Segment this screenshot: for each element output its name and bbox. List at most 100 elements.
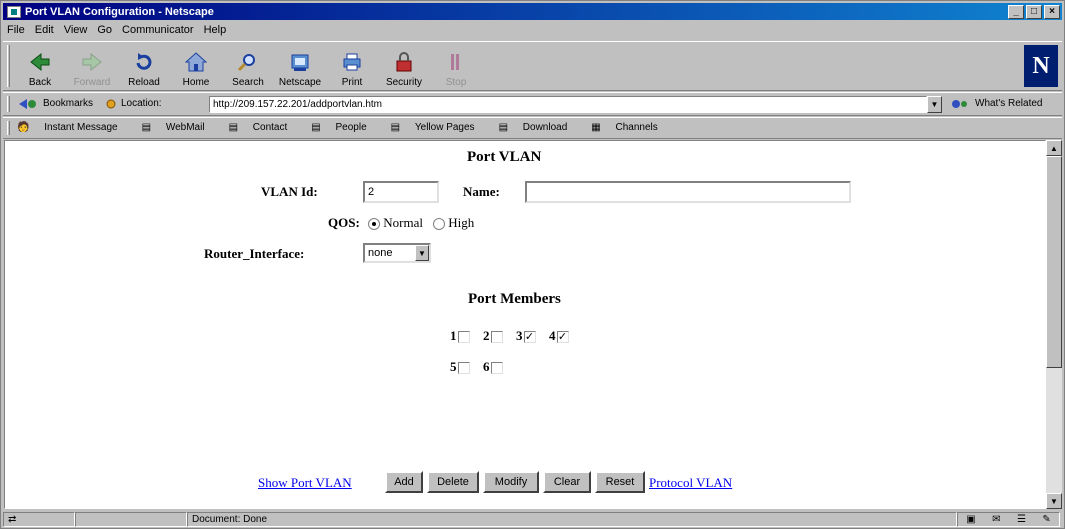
reload-button[interactable]: Reload xyxy=(121,44,167,88)
qos-high-radio[interactable] xyxy=(433,218,445,231)
reload-icon xyxy=(133,51,155,73)
add-button[interactable]: Add xyxy=(385,471,423,493)
netscape-logo[interactable]: N xyxy=(1024,45,1058,87)
instant-message-icon: 🧑 xyxy=(17,122,33,133)
webmail-label: WebMail xyxy=(165,122,205,133)
menu-view[interactable]: View xyxy=(60,24,94,36)
name-input[interactable] xyxy=(525,181,851,203)
whats-related-icon xyxy=(951,98,973,113)
bookmarks-icon xyxy=(17,98,39,113)
home-icon xyxy=(185,51,207,73)
security-button[interactable]: Security xyxy=(381,44,427,88)
router-interface-select[interactable]: none ▼ xyxy=(363,243,431,263)
status-text: Document: Done xyxy=(187,512,957,527)
back-button[interactable]: Back xyxy=(17,44,63,88)
port-6[interactable]: 6 xyxy=(483,359,503,375)
menu-go[interactable]: Go xyxy=(93,24,118,36)
print-label: Print xyxy=(341,77,363,88)
status-bar: ⇄ Document: Done ▣ ✉ ☰ ✎ xyxy=(3,511,1062,528)
search-label: Search xyxy=(232,77,264,88)
composer-icon[interactable]: ✎ xyxy=(1042,514,1050,525)
location-label: Location: xyxy=(121,98,162,109)
print-button[interactable]: Print xyxy=(329,44,375,88)
qos-normal-option[interactable]: Normal xyxy=(368,215,423,231)
forward-button[interactable]: Forward xyxy=(69,44,115,88)
protocol-vlan-link[interactable]: Protocol VLAN xyxy=(649,475,732,491)
search-button[interactable]: Search xyxy=(225,44,271,88)
port-6-checkbox[interactable] xyxy=(490,362,503,375)
port-2-checkbox[interactable] xyxy=(490,331,503,344)
search-icon xyxy=(237,51,259,73)
channels-button[interactable]: ▦ Channels xyxy=(591,122,670,133)
security-status[interactable]: ⇄ xyxy=(3,512,75,527)
stop-button[interactable]: Stop xyxy=(433,44,479,88)
port-3-checkbox[interactable]: ✓ xyxy=(523,331,536,344)
close-button[interactable]: × xyxy=(1044,4,1060,19)
window-title: Port VLAN Configuration - Netscape xyxy=(25,5,214,18)
port-1-checkbox[interactable] xyxy=(457,331,470,344)
home-button[interactable]: Home xyxy=(173,44,219,88)
scroll-up-button[interactable]: ▲ xyxy=(1046,140,1062,156)
modify-button[interactable]: Modify xyxy=(483,471,539,493)
back-arrow-icon xyxy=(29,51,51,73)
bookmarks-button[interactable]: Bookmarks xyxy=(43,98,93,109)
location-grip[interactable] xyxy=(7,96,10,112)
download-button[interactable]: ▤ Download xyxy=(499,122,580,133)
reset-button[interactable]: Reset xyxy=(595,471,645,493)
minimize-button[interactable]: _ xyxy=(1008,4,1024,19)
qos-normal-radio[interactable] xyxy=(368,218,380,231)
people-button[interactable]: ▤ People xyxy=(311,122,378,133)
menu-help[interactable]: Help xyxy=(200,24,233,36)
netscape-button[interactable]: Netscape xyxy=(277,44,323,88)
instant-message-button[interactable]: 🧑 Instant Message xyxy=(17,122,130,133)
maximize-button[interactable]: □ xyxy=(1026,4,1042,19)
navigation-toolbar: Back Forward Reload Home Search Netscape xyxy=(3,41,1062,91)
port-3[interactable]: 3 ✓ xyxy=(516,328,536,344)
chevron-down-icon[interactable]: ▼ xyxy=(415,245,429,261)
netscape-label: Netscape xyxy=(278,77,322,88)
yellow-pages-button[interactable]: ▤ Yellow Pages xyxy=(391,122,487,133)
port-4[interactable]: 4 ✓ xyxy=(549,328,569,344)
port-4-checkbox[interactable]: ✓ xyxy=(556,331,569,344)
discussion-icon[interactable]: ☰ xyxy=(1017,514,1026,525)
people-label: People xyxy=(335,122,367,133)
url-dropdown-button[interactable]: ▼ xyxy=(927,96,942,113)
menu-communicator[interactable]: Communicator xyxy=(118,24,200,36)
delete-button[interactable]: Delete xyxy=(427,471,479,493)
port-2[interactable]: 2 xyxy=(483,328,503,344)
mail-icon[interactable]: ✉ xyxy=(992,514,1000,525)
whats-related-button[interactable]: What's Related xyxy=(975,98,1043,109)
personal-grip[interactable] xyxy=(7,121,10,135)
menu-file[interactable]: File xyxy=(3,24,31,36)
netscape-icon xyxy=(289,51,311,73)
qos-high-label: High xyxy=(448,215,475,230)
contact-button[interactable]: ▤ Contact xyxy=(229,122,300,133)
navigator-icon[interactable]: ▣ xyxy=(966,514,975,525)
show-port-vlan-link[interactable]: Show Port VLAN xyxy=(258,475,352,491)
chevron-up-icon: ▲ xyxy=(1050,143,1058,153)
security-lock-icon xyxy=(393,51,415,73)
vertical-scrollbar[interactable]: ▲ ▼ xyxy=(1046,140,1062,509)
port-5-checkbox[interactable] xyxy=(457,362,470,375)
port-1[interactable]: 1 xyxy=(450,328,470,344)
qos-high-option[interactable]: High xyxy=(433,215,474,231)
menu-edit[interactable]: Edit xyxy=(31,24,60,36)
vlan-id-label: VLAN Id: xyxy=(261,184,318,199)
toolbar-grip[interactable] xyxy=(7,45,10,87)
port-3-label: 3 xyxy=(516,328,523,343)
clear-button[interactable]: Clear xyxy=(543,471,591,493)
netscape-app-icon xyxy=(7,5,21,18)
router-interface-label: Router_Interface: xyxy=(204,246,305,261)
port-5[interactable]: 5 xyxy=(450,359,470,375)
chevron-down-icon: ▼ xyxy=(1050,496,1058,506)
scroll-thumb[interactable] xyxy=(1046,156,1062,368)
scroll-down-button[interactable]: ▼ xyxy=(1046,493,1062,509)
channels-label: Channels xyxy=(615,122,658,133)
webmail-button[interactable]: ▤ WebMail xyxy=(142,122,217,133)
stop-label: Stop xyxy=(445,77,467,88)
download-label: Download xyxy=(522,122,568,133)
vlan-id-input[interactable]: 2 xyxy=(363,181,439,203)
menu-bar: File Edit View Go Communicator Help xyxy=(3,21,232,39)
url-input[interactable]: http://209.157.22.201/addportvlan.htm xyxy=(209,96,927,113)
channels-icon: ▦ xyxy=(591,122,604,133)
